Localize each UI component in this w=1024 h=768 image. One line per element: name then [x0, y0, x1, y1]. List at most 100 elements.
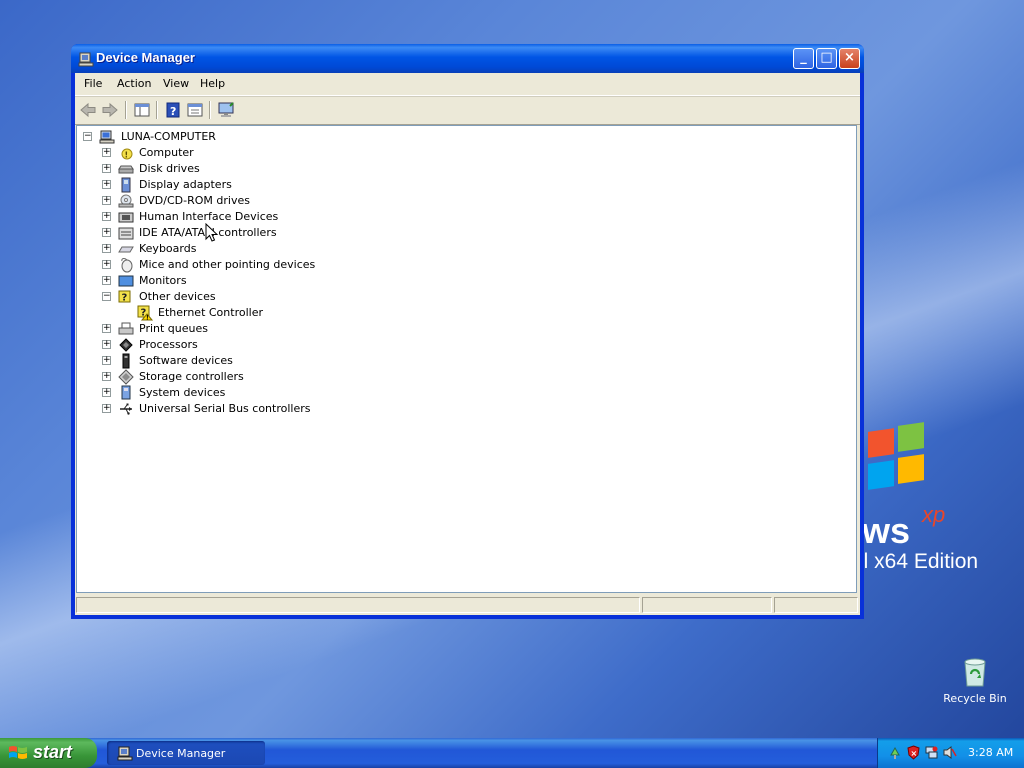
expand-toggle[interactable]: + [102, 356, 111, 365]
toolbar: ? [75, 96, 860, 125]
expand-toggle[interactable]: + [102, 340, 111, 349]
storage-controller-icon [118, 369, 134, 385]
close-button[interactable]: × [839, 48, 860, 69]
status-bar [75, 595, 860, 615]
mouse-cursor-icon [205, 222, 219, 243]
properties-icon[interactable] [186, 101, 204, 119]
brand-edition-text: al x64 Edition [852, 550, 979, 573]
expand-toggle[interactable]: + [102, 164, 111, 173]
tree-category-label: Human Interface Devices [139, 210, 279, 223]
software-device-icon [118, 353, 134, 369]
expand-toggle[interactable]: + [102, 212, 111, 221]
printer-icon [118, 321, 134, 337]
tree-category-label: Disk drives [139, 162, 200, 175]
hid-icon [118, 209, 134, 225]
scan-hardware-icon[interactable] [217, 101, 235, 119]
expand-toggle[interactable]: + [102, 372, 111, 381]
computer-icon [99, 129, 115, 145]
system-device-icon [118, 385, 134, 401]
expand-toggle[interactable]: + [102, 244, 111, 253]
processor-icon [118, 337, 134, 353]
device-manager-icon [117, 745, 133, 761]
start-label: start [33, 742, 73, 762]
tree-category-label: Computer [139, 146, 194, 159]
expand-toggle[interactable]: + [102, 324, 111, 333]
device-tree[interactable]: − LUNA-COMPUTER + ! Computer + Disk driv… [76, 125, 857, 593]
usb-icon [118, 401, 134, 417]
safely-remove-hardware-icon[interactable] [888, 745, 903, 760]
expand-toggle[interactable]: + [102, 228, 111, 237]
tree-category-label: Keyboards [139, 242, 197, 255]
title-bar[interactable]: Device Manager _ □ × [71, 44, 864, 73]
menu-help[interactable]: Help [200, 77, 225, 90]
toolbar-separator [209, 101, 211, 119]
windows-logo-icon [8, 744, 28, 762]
unknown-device-icon: ? [118, 289, 134, 305]
menu-view[interactable]: View [163, 77, 189, 90]
network-icon[interactable] [924, 745, 939, 760]
dvd-drive-icon [118, 193, 134, 209]
svg-text:?: ? [122, 293, 128, 304]
keyboard-icon [118, 241, 134, 257]
device-manager-icon [78, 51, 94, 67]
recycle-bin-label: Recycle Bin [943, 692, 1007, 705]
unknown-device-warning-icon: ?! [137, 305, 154, 322]
recycle-bin[interactable]: Recycle Bin [942, 656, 1008, 705]
svg-text:×: × [911, 749, 918, 758]
expand-toggle[interactable]: + [102, 404, 111, 413]
window-title: Device Manager [96, 50, 195, 65]
svg-text:!: ! [125, 151, 129, 160]
monitor-icon [118, 273, 134, 289]
tree-device-label: Ethernet Controller [158, 306, 263, 319]
collapse-toggle[interactable]: − [102, 292, 111, 301]
help-icon[interactable]: ? [164, 101, 182, 119]
expand-toggle[interactable]: + [102, 180, 111, 189]
taskbar: start Device Manager × 3:28 AM [0, 738, 1024, 768]
svg-text:!: ! [146, 315, 149, 322]
tree-root-label: LUNA-COMPUTER [121, 130, 216, 143]
tree-category-label: Software devices [139, 354, 233, 367]
menu-file[interactable]: File [84, 77, 102, 90]
expand-toggle[interactable]: + [102, 276, 111, 285]
tree-category-label: Universal Serial Bus controllers [139, 402, 311, 415]
expand-toggle[interactable]: + [102, 148, 111, 157]
minimize-button[interactable]: _ [793, 48, 814, 69]
collapse-toggle[interactable]: − [83, 132, 92, 141]
clock[interactable]: 3:28 AM [968, 746, 1013, 759]
tree-category-label: Storage controllers [139, 370, 244, 383]
windows-xp-wallpaper-logo: ows xp al x64 Edition [840, 410, 1024, 580]
expand-toggle[interactable]: + [102, 388, 111, 397]
expand-toggle[interactable]: + [102, 196, 111, 205]
maximize-button[interactable]: □ [816, 48, 837, 69]
brand-xp-text: xp [922, 502, 946, 527]
ide-controller-icon [118, 225, 134, 241]
tree-category-label: Processors [139, 338, 198, 351]
tree-category-label: Print queues [139, 322, 208, 335]
menu-action[interactable]: Action [117, 77, 151, 90]
start-button[interactable]: start [0, 738, 97, 768]
status-pane-main [76, 597, 640, 613]
status-pane [774, 597, 858, 613]
device-manager-window: Device Manager _ □ × File Action View He… [71, 44, 864, 619]
forward-arrow-icon[interactable] [101, 101, 119, 119]
svg-text:?: ? [170, 105, 176, 118]
recycle-bin-icon [962, 656, 988, 688]
back-arrow-icon[interactable] [79, 101, 97, 119]
disk-drive-icon [118, 161, 134, 177]
volume-icon[interactable] [942, 745, 957, 760]
display-adapter-icon [118, 177, 134, 193]
security-center-icon[interactable]: × [906, 745, 921, 760]
show-hide-console-tree-icon[interactable] [133, 101, 151, 119]
mouse-icon [118, 257, 134, 273]
toolbar-separator [125, 101, 127, 119]
tree-category-label: DVD/CD-ROM drives [139, 194, 250, 207]
toolbar-separator [156, 101, 158, 119]
tree-category-label: Monitors [139, 274, 187, 287]
system-tray: × 3:28 AM [877, 738, 1024, 768]
tree-category-label: Display adapters [139, 178, 232, 191]
taskbar-task-device-manager[interactable]: Device Manager [107, 741, 265, 765]
tree-category-label: System devices [139, 386, 226, 399]
taskbar-task-label: Device Manager [136, 747, 226, 760]
expand-toggle[interactable]: + [102, 260, 111, 269]
computer-icon: ! [118, 145, 134, 161]
